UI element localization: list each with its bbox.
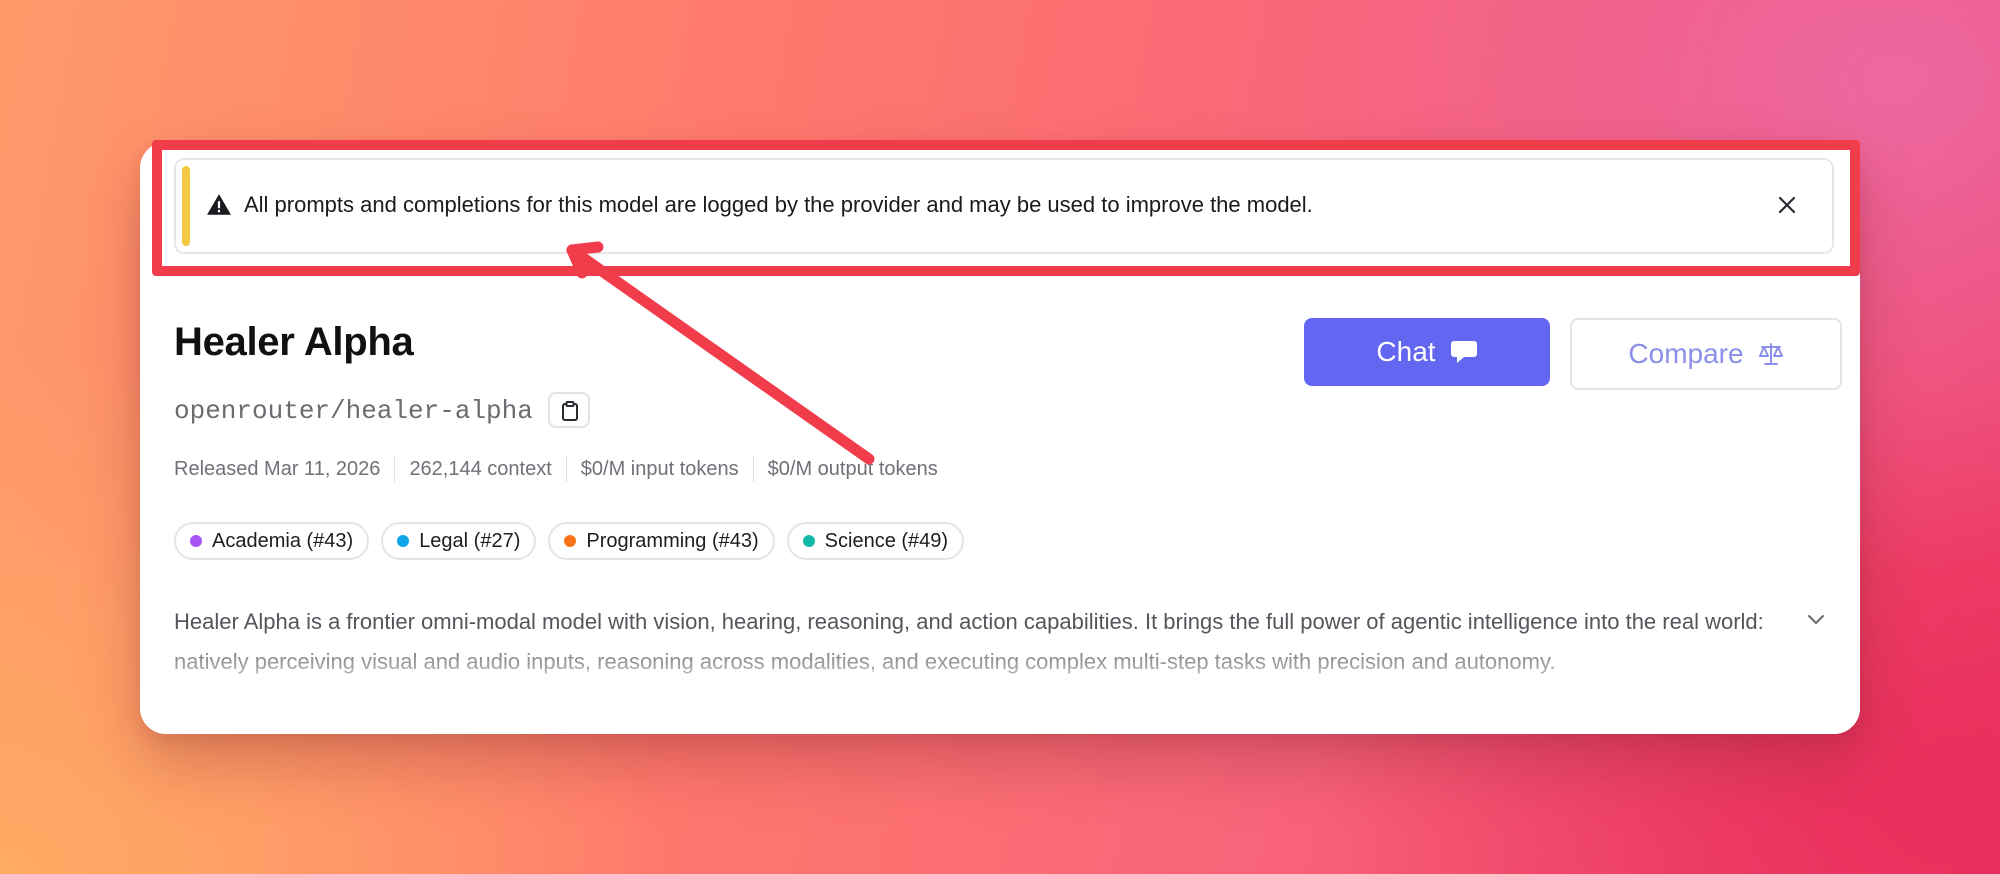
arrow-annotation-icon xyxy=(566,241,875,465)
